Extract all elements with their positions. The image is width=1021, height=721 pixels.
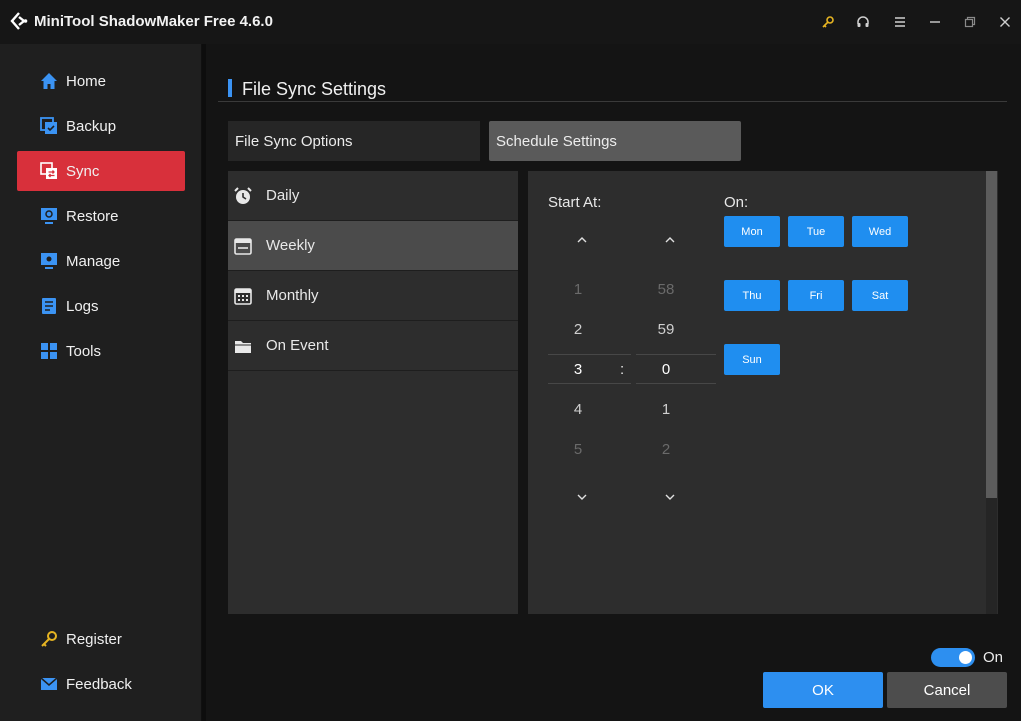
hour-selection-line-bottom (548, 383, 631, 384)
hour-down-button[interactable] (572, 488, 592, 506)
title-accent-bar (228, 79, 232, 97)
sidebar-item-label: Manage (66, 252, 121, 270)
day-button-mon[interactable]: Mon (724, 216, 780, 247)
sidebar-item-register[interactable]: Register (17, 619, 185, 659)
day-button-sat[interactable]: Sat (852, 280, 908, 311)
sidebar-item-restore[interactable]: Restore (17, 196, 185, 236)
schedule-mode-label: On Event (266, 337, 329, 354)
headset-icon[interactable] (853, 12, 873, 32)
hour-up-button[interactable] (572, 231, 592, 249)
sidebar-item-label: Tools (66, 342, 102, 360)
sidebar-item-label: Backup (66, 117, 117, 135)
minimize-icon[interactable] (925, 12, 945, 32)
sidebar-item-label: Sync (66, 162, 100, 180)
ok-button[interactable]: OK (763, 672, 883, 708)
minute-selection-line-bottom (636, 383, 716, 384)
schedule-mode-label: Monthly (266, 287, 319, 304)
sidebar-item-label: Restore (66, 207, 119, 225)
minute-option[interactable]: 58 (626, 281, 706, 298)
calendar-month-icon (233, 286, 253, 306)
logs-icon (39, 296, 59, 316)
sidebar-item-label: Home (66, 72, 107, 90)
chevron-up-icon (665, 237, 675, 243)
cancel-button[interactable]: Cancel (887, 672, 1007, 708)
minute-down-button[interactable] (660, 488, 680, 506)
hour-selection-line-top (548, 354, 631, 355)
sidebar-item-sync[interactable]: Sync (17, 151, 185, 191)
sidebar-item-feedback[interactable]: Feedback (17, 664, 185, 704)
sidebar-item-label: Feedback (66, 675, 132, 693)
sidebar-item-backup[interactable]: Backup (17, 106, 185, 146)
alarm-clock-icon (233, 186, 253, 206)
day-button-fri[interactable]: Fri (788, 280, 844, 311)
chevron-up-icon (577, 237, 587, 243)
close-icon[interactable] (995, 12, 1015, 32)
schedule-detail-panel: Start At: 1 2 3 4 5 : 58 59 0 1 2 On: Mo… (528, 171, 998, 614)
folder-icon (233, 336, 253, 356)
mail-icon (39, 674, 59, 694)
schedule-mode-weekly[interactable]: Weekly (228, 221, 518, 271)
sidebar: Home Backup Sync Restore Manage Logs Too… (0, 44, 202, 721)
hour-option[interactable]: 5 (538, 441, 618, 458)
hour-option[interactable]: 4 (538, 401, 618, 418)
minute-option[interactable]: 1 (626, 401, 706, 418)
detail-scrollbar[interactable] (986, 171, 997, 614)
sidebar-item-label: Register (66, 630, 122, 648)
calendar-week-icon (233, 236, 253, 256)
restore-icon[interactable] (960, 12, 980, 32)
hour-option[interactable]: 1 (538, 281, 618, 298)
app-logo-icon (10, 12, 28, 30)
chevron-down-icon (665, 494, 675, 500)
minute-selection-line-top (636, 354, 716, 355)
schedule-mode-label: Weekly (266, 237, 315, 254)
key-icon[interactable] (818, 12, 838, 32)
sync-icon (39, 161, 59, 181)
toggle-knob (959, 651, 972, 664)
home-icon (39, 71, 59, 91)
day-button-wed[interactable]: Wed (852, 216, 908, 247)
manage-icon (39, 251, 59, 271)
restore-icon (39, 206, 59, 226)
start-at-label: Start At: (548, 194, 602, 211)
day-button-thu[interactable]: Thu (724, 280, 780, 311)
hour-selected[interactable]: 3 (538, 361, 618, 378)
sidebar-item-home[interactable]: Home (17, 61, 185, 101)
minute-option[interactable]: 59 (626, 321, 706, 338)
toggle-label: On (983, 649, 1004, 666)
main-panel: File Sync Settings File Sync Options Sch… (206, 44, 1021, 721)
title-divider (218, 101, 1007, 102)
minute-option[interactable]: 2 (626, 441, 706, 458)
sidebar-item-manage[interactable]: Manage (17, 241, 185, 281)
title-bar: MiniTool ShadowMaker Free 4.6.0 (0, 0, 1021, 44)
schedule-mode-monthly[interactable]: Monthly (228, 271, 518, 321)
key-icon (39, 629, 59, 649)
sidebar-item-label: Logs (66, 297, 99, 315)
minute-selected[interactable]: 0 (626, 361, 706, 378)
schedule-mode-daily[interactable]: Daily (228, 171, 518, 221)
scrollbar-thumb[interactable] (986, 171, 997, 498)
schedule-mode-on-event[interactable]: On Event (228, 321, 518, 371)
tab-schedule-settings[interactable]: Schedule Settings (489, 121, 741, 161)
day-button-sun[interactable]: Sun (724, 344, 780, 375)
tools-icon (39, 341, 59, 361)
sidebar-item-logs[interactable]: Logs (17, 286, 185, 326)
backup-icon (39, 116, 59, 136)
on-days-label: On: (724, 194, 749, 211)
hour-option[interactable]: 2 (538, 321, 618, 338)
app-title: MiniTool ShadowMaker Free 4.6.0 (34, 13, 273, 30)
minute-up-button[interactable] (660, 231, 680, 249)
sidebar-item-tools[interactable]: Tools (17, 331, 185, 371)
chevron-down-icon (577, 494, 587, 500)
page-title: File Sync Settings (242, 79, 387, 99)
menu-icon[interactable] (890, 12, 910, 32)
schedule-toggle[interactable] (931, 648, 975, 667)
day-button-tue[interactable]: Tue (788, 216, 844, 247)
schedule-mode-list: Daily Weekly Monthly On Event (228, 171, 518, 614)
time-separator: : (620, 361, 625, 378)
tab-file-sync-options[interactable]: File Sync Options (228, 121, 480, 161)
schedule-mode-label: Daily (266, 187, 300, 204)
